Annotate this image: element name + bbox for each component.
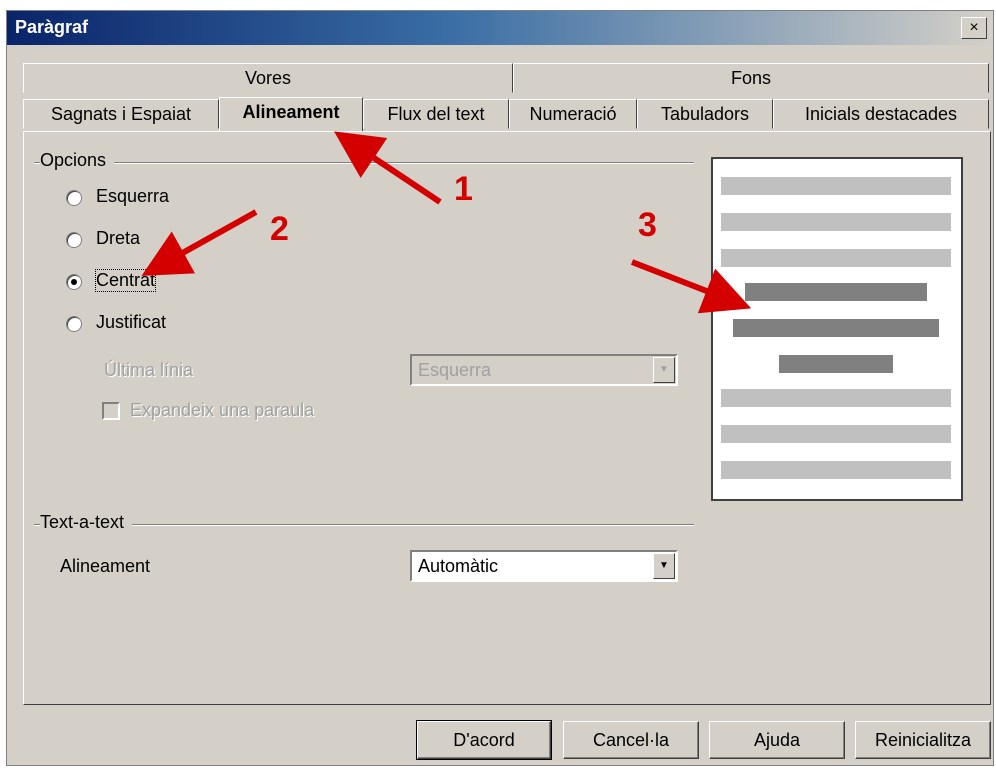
annotation-arrow-1 (334, 131, 442, 205)
annotation-number-2: 2 (270, 210, 289, 248)
annotation-arrow-3 (630, 259, 752, 314)
annotation-arrow-2 (141, 209, 258, 276)
annotation-arrows (141, 131, 752, 314)
annotation-number-1: 1 (454, 170, 473, 208)
annotation-number-3: 3 (638, 206, 657, 244)
